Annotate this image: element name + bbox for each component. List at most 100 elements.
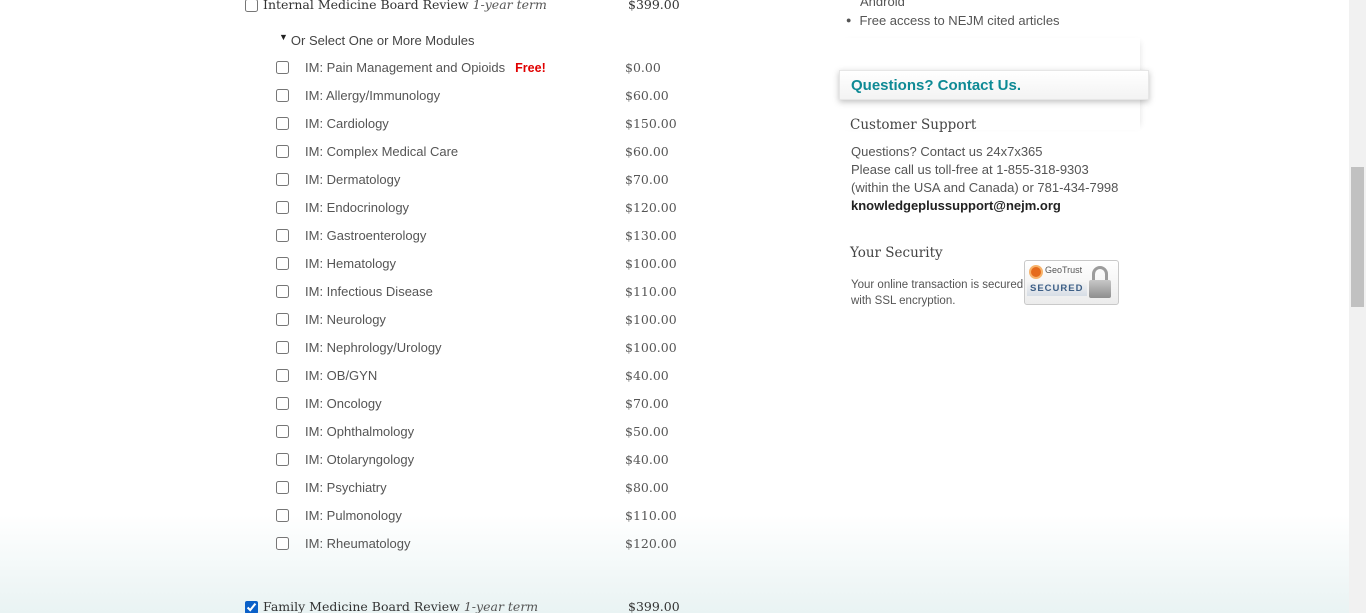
module-name: IM: Complex Medical Care: [305, 142, 458, 162]
module-name: IM: Neurology: [305, 310, 386, 330]
module-name-text: IM: Dermatology: [305, 172, 401, 187]
module-name-text: IM: Hematology: [305, 256, 397, 271]
contact-box: Questions? Contact Us.: [839, 70, 1149, 100]
module-checkbox[interactable]: [276, 509, 289, 522]
android-text: Android: [860, 0, 905, 9]
module-name: IM: Otolaryngology: [305, 450, 414, 470]
module-name-text: IM: Otolaryngology: [305, 452, 415, 467]
feature-bullet: ● Free access to NEJM cited articles: [846, 12, 1060, 31]
module-price: $110.00: [625, 284, 677, 299]
module-name-text: IM: Complex Medical Care: [305, 144, 459, 159]
module-name: IM: Allergy/Immunology: [305, 86, 440, 106]
geotrust-secured-badge[interactable]: GeoTrust SECURED: [1024, 260, 1119, 305]
module-checkbox[interactable]: [276, 173, 289, 186]
module-name-text: IM: Rheumatology: [305, 536, 411, 551]
caret-down-icon: ▼: [279, 32, 288, 42]
module-price: $110.00: [625, 508, 677, 523]
module-row: IM: Dermatology $70.00: [275, 170, 695, 190]
module-row: IM: Infectious Disease $110.00: [275, 282, 695, 302]
module-price: $100.00: [625, 340, 677, 355]
customer-support-title: Customer Support: [850, 117, 977, 133]
module-checkbox[interactable]: [276, 369, 289, 382]
module-checkbox[interactable]: [276, 481, 289, 494]
module-row: IM: Otolaryngology $40.00: [275, 450, 695, 470]
module-checkbox[interactable]: [276, 117, 289, 130]
module-price: $60.00: [625, 88, 669, 103]
module-name-text: IM: Oncology: [305, 396, 382, 411]
contact-title: Questions? Contact Us.: [851, 77, 1022, 94]
module-name-text: IM: Ophthalmology: [305, 424, 415, 439]
product-price: $399.00: [628, 599, 680, 613]
module-name-text: IM: Pain Management and Opioids: [305, 60, 506, 75]
module-name: IM: Hematology: [305, 254, 396, 274]
module-row: IM: Allergy/Immunology $60.00: [275, 86, 695, 106]
module-checkbox[interactable]: [276, 313, 289, 326]
module-checkbox[interactable]: [276, 425, 289, 438]
module-row: IM: Oncology $70.00: [275, 394, 695, 414]
module-row: IM: Nephrology/Urology $100.00: [275, 338, 695, 358]
module-row: IM: Hematology $100.00: [275, 254, 695, 274]
module-price: $150.00: [625, 116, 677, 131]
module-name-text: IM: Infectious Disease: [305, 284, 433, 299]
product-name: Internal Medicine Board Review: [263, 0, 469, 12]
product-term: 1-year term: [472, 0, 547, 12]
module-name: IM: Endocrinology: [305, 198, 409, 218]
module-checkbox[interactable]: [276, 537, 289, 550]
module-name-text: IM: Neurology: [305, 312, 386, 327]
module-price: $120.00: [625, 536, 677, 551]
security-text: Your online transaction is secured with …: [851, 279, 1024, 307]
module-name-text: IM: OB/GYN: [305, 368, 378, 383]
scrollbar-thumb[interactable]: [1351, 167, 1364, 307]
module-price: $100.00: [625, 256, 677, 271]
security-title: Your Security: [850, 245, 943, 261]
module-price: $70.00: [625, 172, 669, 187]
module-price: $0.00: [625, 60, 661, 75]
module-price: $50.00: [625, 424, 669, 439]
module-checkbox[interactable]: [276, 341, 289, 354]
module-name: IM: Pulmonology: [305, 506, 402, 526]
module-price: $120.00: [625, 200, 677, 215]
module-name: IM: Ophthalmology: [305, 422, 414, 442]
module-name: IM: Nephrology/Urology: [305, 338, 442, 358]
module-checkbox[interactable]: [276, 397, 289, 410]
module-price: $130.00: [625, 228, 677, 243]
module-checkbox[interactable]: [276, 285, 289, 298]
support-email-link[interactable]: knowledgeplussupport@nejm.org: [851, 197, 1126, 215]
module-name: IM: Gastroenterology: [305, 226, 426, 246]
free-badge: Free!: [515, 61, 546, 75]
module-checkbox[interactable]: [276, 61, 289, 74]
module-checkbox[interactable]: [276, 453, 289, 466]
geotrust-brand: GeoTrust: [1045, 265, 1083, 275]
module-price: $100.00: [625, 312, 677, 327]
module-name: IM: Pain Management and Opioids Free!: [305, 58, 546, 78]
product-checkbox-family-medicine[interactable]: [245, 600, 258, 613]
module-name-text: IM: Allergy/Immunology: [305, 88, 441, 103]
module-row: IM: Ophthalmology $50.00: [275, 422, 695, 442]
module-price: $80.00: [625, 480, 669, 495]
support-line-1: Questions? Contact us 24x7x365: [851, 144, 1043, 159]
product-checkbox-internal-medicine[interactable]: [245, 0, 258, 12]
padlock-icon: [1089, 280, 1111, 298]
modules-toggle[interactable]: ▼ Or Select One or More Modules: [279, 31, 474, 49]
module-checkbox[interactable]: [276, 89, 289, 102]
module-name: IM: Psychiatry: [305, 478, 387, 498]
module-name: IM: Dermatology: [305, 170, 400, 190]
module-checkbox[interactable]: [276, 145, 289, 158]
geotrust-secured-label: SECURED: [1027, 282, 1087, 296]
module-name: IM: Cardiology: [305, 114, 389, 134]
module-checkbox[interactable]: [276, 201, 289, 214]
bullet-icon: ●: [846, 15, 852, 25]
module-price: $40.00: [625, 368, 669, 383]
module-checkbox[interactable]: [276, 257, 289, 270]
product-name: Family Medicine Board Review: [263, 599, 460, 613]
product-row-family-medicine: Family Medicine Board Review 1-year term …: [245, 598, 680, 613]
module-row: IM: Complex Medical Care $60.00: [275, 142, 695, 162]
module-price: $40.00: [625, 452, 669, 467]
geotrust-logo-icon: [1029, 265, 1043, 279]
module-checkbox[interactable]: [276, 229, 289, 242]
module-name: IM: Rheumatology: [305, 534, 411, 554]
product-row-internal-medicine: Internal Medicine Board Review 1-year ter…: [245, 0, 680, 14]
module-row: IM: Endocrinology $120.00: [275, 198, 695, 218]
module-price: $70.00: [625, 396, 669, 411]
module-row: IM: Gastroenterology $130.00: [275, 226, 695, 246]
